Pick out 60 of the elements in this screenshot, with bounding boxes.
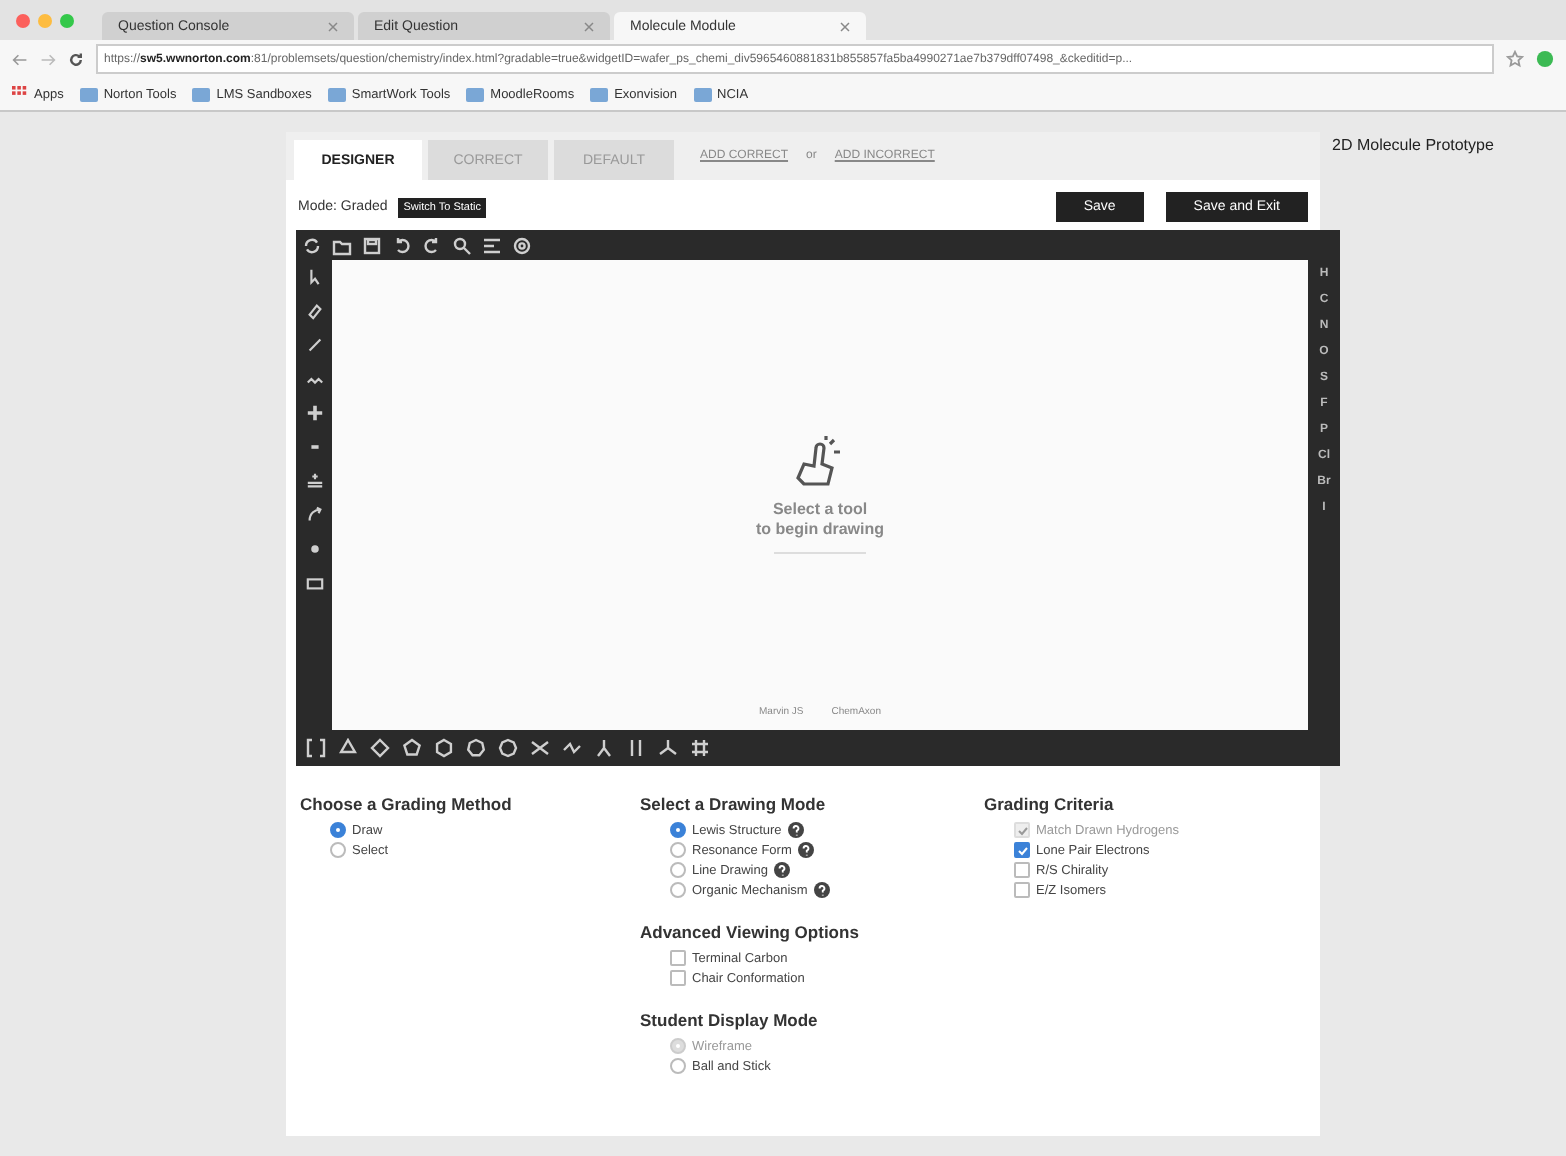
close-tab-icon[interactable] bbox=[840, 21, 850, 31]
star-icon[interactable] bbox=[1506, 50, 1524, 68]
folder-icon bbox=[590, 87, 609, 101]
help-icon[interactable] bbox=[773, 862, 790, 878]
zoom-icon[interactable] bbox=[452, 235, 472, 255]
fork-icon[interactable] bbox=[658, 738, 678, 758]
folder-icon bbox=[466, 87, 485, 101]
triangle-icon[interactable] bbox=[338, 738, 358, 758]
zigzag-icon[interactable] bbox=[562, 738, 582, 758]
folder-icon bbox=[192, 87, 211, 101]
folder-icon bbox=[79, 87, 98, 101]
help-icon[interactable] bbox=[813, 882, 830, 898]
folder-icon[interactable] bbox=[332, 235, 352, 255]
rectangle-icon[interactable] bbox=[305, 574, 323, 592]
help-icon[interactable] bbox=[797, 842, 814, 858]
line-icon[interactable] bbox=[305, 336, 323, 354]
grid-icon[interactable] bbox=[690, 738, 710, 758]
arrow-icon[interactable] bbox=[305, 506, 323, 524]
checkbox[interactable] bbox=[670, 950, 686, 966]
charge-icon[interactable] bbox=[305, 472, 323, 490]
bracket-icon[interactable] bbox=[306, 738, 326, 758]
hexagon-icon[interactable] bbox=[434, 738, 454, 758]
bars-icon[interactable] bbox=[626, 738, 646, 758]
hand-pointer-icon bbox=[794, 435, 846, 492]
octagon-icon[interactable] bbox=[498, 738, 518, 758]
radio-button[interactable] bbox=[670, 862, 686, 878]
reload-icon[interactable] bbox=[68, 51, 84, 67]
folder-icon bbox=[327, 87, 346, 101]
cross-icon[interactable] bbox=[530, 738, 550, 758]
section-heading: Select a Drawing Mode bbox=[640, 794, 828, 814]
section-heading: Choose a Grading Method bbox=[300, 794, 514, 814]
folder-icon bbox=[693, 87, 712, 101]
redo-icon[interactable] bbox=[422, 235, 442, 255]
settings-icon[interactable] bbox=[512, 235, 532, 255]
branch-icon[interactable] bbox=[594, 738, 614, 758]
radio-button[interactable] bbox=[670, 842, 686, 858]
section-heading: Grading Criteria bbox=[984, 794, 1116, 814]
section-heading: Advanced Viewing Options bbox=[640, 922, 861, 942]
section-heading: Student Display Mode bbox=[640, 1010, 820, 1030]
save-icon[interactable] bbox=[362, 235, 382, 255]
radio-button[interactable] bbox=[670, 1058, 686, 1074]
plus-icon[interactable] bbox=[305, 404, 323, 422]
radio-button[interactable] bbox=[670, 882, 686, 898]
checkbox[interactable] bbox=[1014, 842, 1030, 858]
pentagon-icon[interactable] bbox=[402, 738, 422, 758]
help-icon[interactable] bbox=[787, 822, 804, 838]
radio-button[interactable] bbox=[670, 822, 686, 838]
eraser-icon[interactable] bbox=[305, 302, 323, 320]
undo-icon[interactable] bbox=[392, 235, 412, 255]
radio-button[interactable] bbox=[330, 822, 346, 838]
checkbox[interactable] bbox=[1014, 882, 1030, 898]
dot-icon[interactable] bbox=[305, 540, 323, 558]
canvas-hint: Select a tool to begin drawing bbox=[756, 499, 884, 541]
refresh-icon[interactable] bbox=[302, 235, 322, 255]
page-title: 2D Molecule Prototype bbox=[1332, 134, 1494, 158]
checkbox[interactable] bbox=[670, 970, 686, 986]
checkbox[interactable] bbox=[1014, 862, 1030, 878]
radio-button[interactable] bbox=[330, 842, 346, 858]
layout-icon[interactable] bbox=[482, 235, 502, 255]
heptagon-icon[interactable] bbox=[466, 738, 486, 758]
